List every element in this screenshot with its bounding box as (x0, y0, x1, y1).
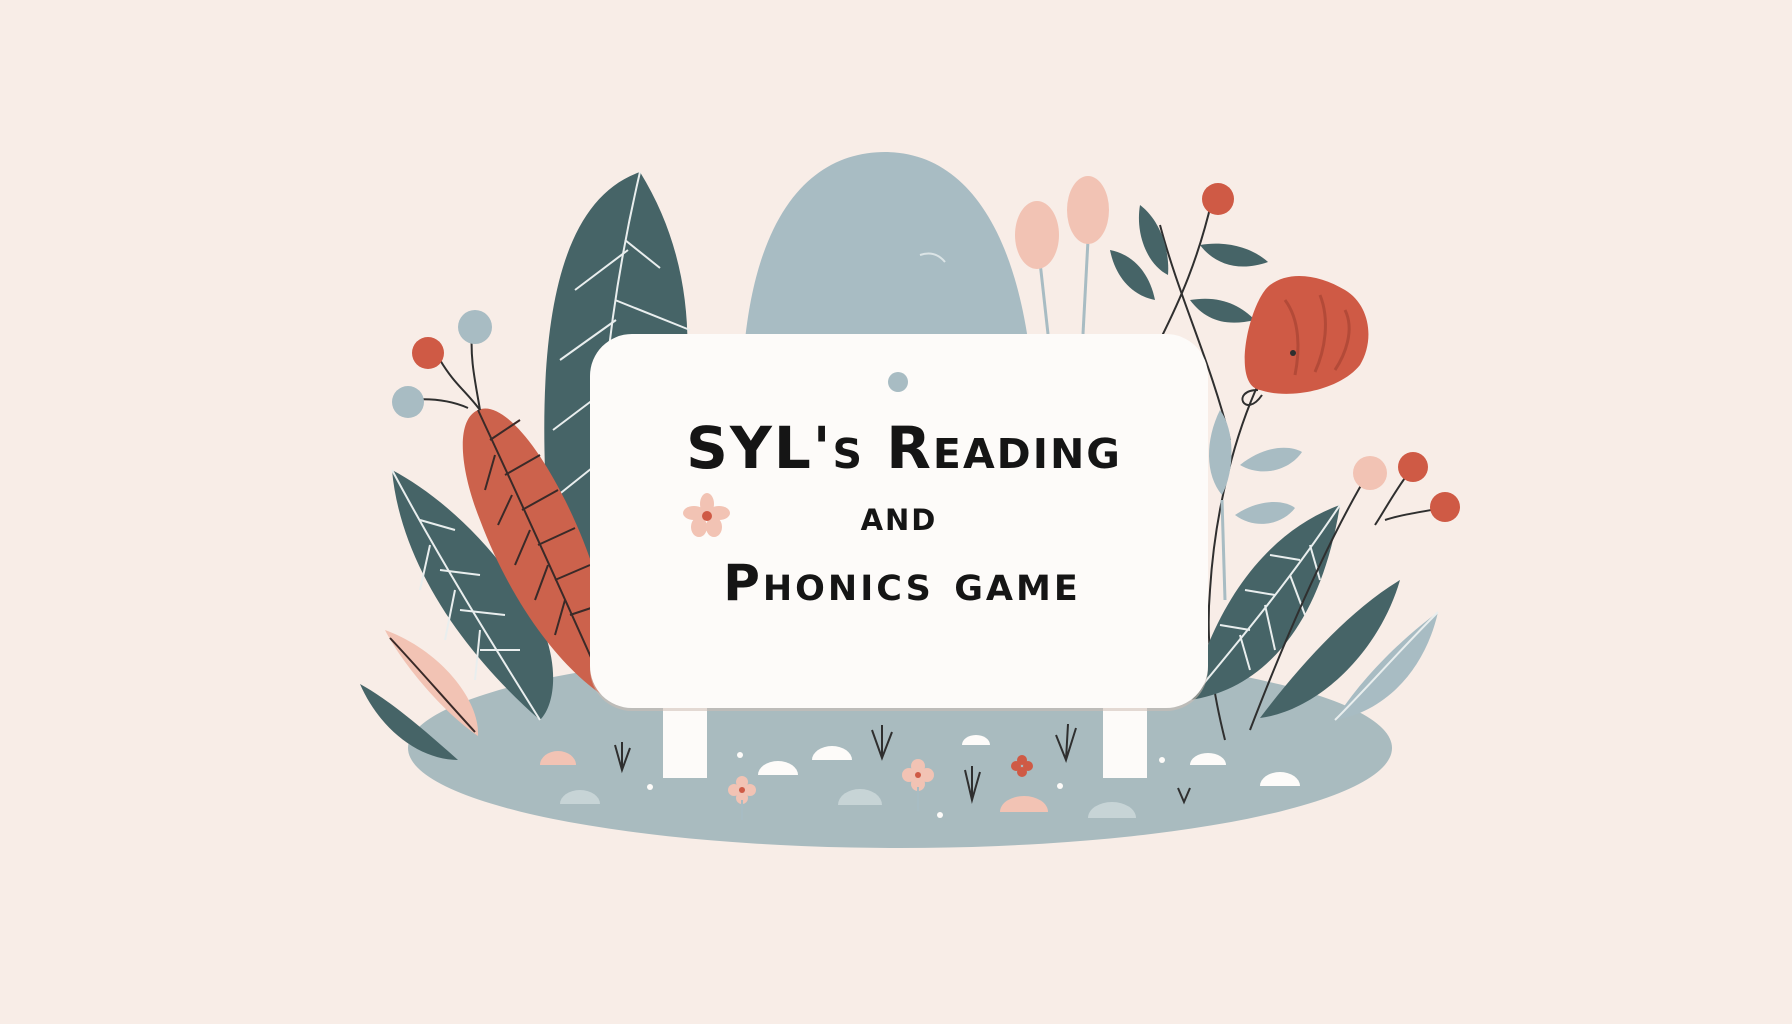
game-title-line-1: SYL's Reading (686, 414, 1122, 482)
background-stone (745, 152, 1028, 340)
game-title-line-3: Phonics game (723, 554, 1081, 612)
left-berry-sprig (392, 310, 492, 418)
sign-nail-hole (888, 372, 908, 392)
game-title-line-2: and (860, 491, 938, 540)
pink-buds (1015, 176, 1109, 335)
game-title-screen: SYL's Reading and Phonics game (0, 0, 1792, 1024)
